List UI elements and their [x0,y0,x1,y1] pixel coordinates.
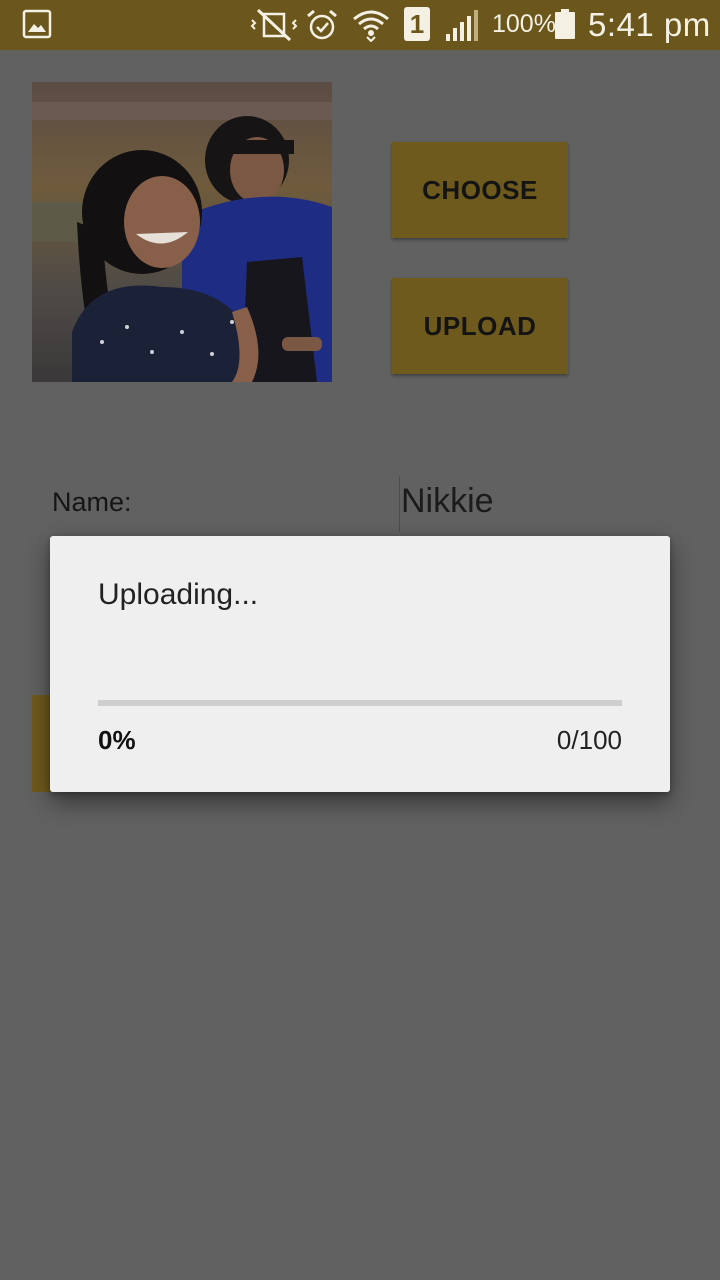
name-field[interactable]: Nikkie [399,474,689,534]
progress-count: 0/100 [556,725,622,755]
progress-bar [98,700,622,706]
upload-progress-dialog: Uploading... 0% 0/100 [50,536,670,792]
gallery-icon [22,9,52,39]
status-bar: 1 100% 5:41 pm [0,0,720,50]
alarm-icon [307,9,337,40]
signal-icon [446,10,478,41]
name-value: Nikkie [401,482,494,520]
name-label: Name: [52,487,132,517]
sim-slot-number: 1 [409,9,425,39]
mute-vibrate-icon [250,8,298,42]
upload-button[interactable]: UPLOAD [392,278,568,374]
wifi-icon [353,10,389,42]
selected-photo[interactable] [32,82,332,382]
battery-percent: 100% [492,10,556,38]
dialog-title: Uploading... [98,578,259,611]
progress-percent: 0% [98,725,136,755]
clock: 5:41 pm [588,6,711,43]
sim-icon: 1 [404,7,430,41]
text-cursor [399,476,400,532]
choose-button[interactable]: CHOOSE [392,142,568,238]
battery-icon [555,9,575,39]
